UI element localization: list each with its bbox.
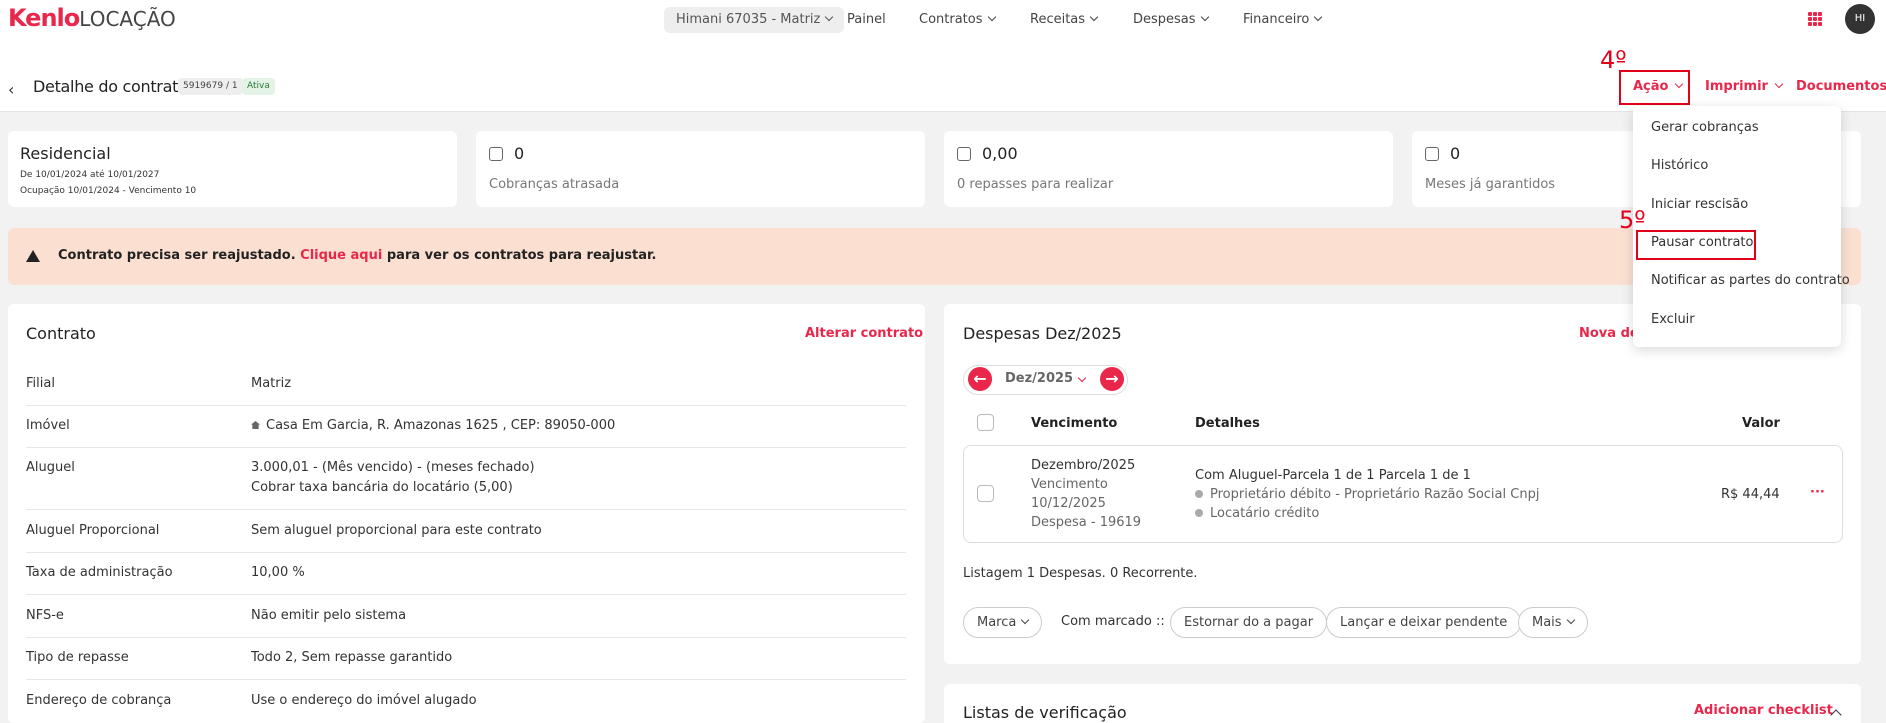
expenses-title: Despesas Dez/2025 — [963, 324, 1122, 343]
nav-financeiro[interactable]: Financeiro — [1243, 7, 1323, 33]
nav-painel[interactable]: Painel — [847, 7, 886, 33]
contract-row: Taxa de administração 10,00 % — [26, 565, 906, 595]
marca-button[interactable]: Marca — [963, 607, 1043, 638]
status-badge: Ativa — [242, 78, 275, 95]
branch-selector[interactable]: Himani 67035 - Matriz — [664, 7, 845, 33]
more-options-icon[interactable]: ··· — [1810, 483, 1825, 502]
overdue-label: Cobranças atrasada — [489, 177, 620, 192]
branch-label: Himani 67035 - Matriz — [676, 12, 821, 27]
nav-receitas[interactable]: Receitas — [1030, 7, 1099, 33]
action-menu: Gerar cobranças Histórico Iniciar rescis… — [1633, 106, 1850, 347]
chevron-down-icon — [987, 12, 996, 22]
month-label: Dez/2025 — [1005, 371, 1074, 386]
step4-annotation: 4º — [1600, 46, 1627, 74]
money-hand-icon — [957, 147, 971, 161]
readjust-alert: Contrato precisa ser reajustado. Clique … — [8, 228, 1861, 285]
step5-highlight — [1636, 230, 1756, 260]
contract-row: Filial Matriz — [26, 376, 906, 406]
header-vencimento: Vencimento — [1031, 416, 1118, 431]
documentos-link[interactable]: Documentos — [1796, 79, 1886, 94]
warning-icon — [26, 250, 40, 262]
transfers-value: 0,00 — [982, 144, 1018, 163]
contract-title: Contrato — [26, 324, 96, 343]
house-icon — [251, 421, 260, 429]
nav-despesas[interactable]: Despesas — [1133, 7, 1209, 33]
overdue-card: 0 Cobranças atrasada — [476, 131, 925, 207]
expense-details-cell: Com Aluguel-Parcela 1 de 1 Parcela 1 de … — [1195, 468, 1540, 521]
step4-highlight — [1619, 70, 1690, 105]
expenses-listing: Listagem 1 Despesas. 0 Recorrente. — [963, 566, 1198, 581]
page-title: Detalhe do contrato — [33, 77, 188, 96]
overdue-value: 0 — [514, 144, 525, 163]
edit-contract-link[interactable]: Alterar contrato — [805, 326, 923, 341]
kenlo-logo[interactable]: KenloLOCAÇÃO — [8, 4, 176, 32]
contract-type-card: Residencial De 10/01/2024 até 10/01/2027… — [8, 131, 457, 207]
chevron-down-icon — [1200, 12, 1209, 22]
select-all-checkbox[interactable] — [977, 414, 994, 431]
lancar-pendente-button[interactable]: Lançar e deixar pendente — [1326, 607, 1522, 638]
chevron-down-icon — [1089, 12, 1099, 22]
back-arrow-icon[interactable]: ‹ — [8, 80, 14, 99]
expense-due-cell: Dezembro/2025 Vencimento 10/12/2025 Desp… — [1031, 458, 1142, 530]
top-navbar: KenloLOCAÇÃO Himani 67035 - Matriz Paine… — [0, 0, 1886, 40]
expense-value: R$ 44,44 — [1721, 487, 1780, 502]
chevron-down-icon — [1566, 615, 1575, 625]
credit-dot-icon — [1195, 509, 1203, 517]
contract-row: Imóvel Casa Em Garcia, R. Amazonas 1625 ,… — [26, 418, 906, 448]
contract-row: Aluguel 3.000,01 - (Mês vencido) - (meses… — [26, 460, 906, 510]
guaranteed-value: 0 — [1450, 144, 1461, 163]
contract-occupancy: Ocupação 10/01/2024 - Vencimento 10 — [20, 186, 197, 196]
menu-historico[interactable]: Histórico — [1651, 158, 1708, 173]
contract-row: NFS-e Não emitir pelo sistema — [26, 608, 906, 638]
contract-period: De 10/01/2024 até 10/01/2027 — [20, 170, 160, 180]
chevron-down-icon — [1774, 79, 1784, 89]
menu-notificar-partes[interactable]: Notificar as partes do contrato — [1651, 273, 1850, 288]
chevron-down-icon — [1314, 12, 1323, 22]
header-valor: Valor — [1742, 416, 1780, 431]
contract-type: Residencial — [20, 144, 111, 163]
add-checklist-link[interactable]: Adicionar checklist — [1694, 703, 1833, 718]
chevron-down-icon — [825, 12, 834, 22]
contract-number-badge: 5919679 / 1 — [178, 78, 243, 95]
step5-annotation: 5º — [1619, 206, 1646, 234]
mais-button[interactable]: Mais — [1518, 607, 1588, 638]
chevron-down-icon — [1021, 615, 1030, 625]
contract-row: Aluguel Proporcional Sem aluguel proporci… — [26, 523, 906, 553]
checklists-title: Listas de verificação — [963, 703, 1127, 722]
menu-excluir[interactable]: Excluir — [1651, 312, 1695, 327]
transfers-label: 0 repasses para realizar — [957, 177, 1114, 192]
apps-grid-icon[interactable] — [1808, 12, 1822, 26]
debit-dot-icon — [1195, 490, 1203, 498]
menu-iniciar-rescisao[interactable]: Iniciar rescisão — [1651, 197, 1748, 212]
nav-contratos[interactable]: Contratos — [919, 7, 996, 33]
header-detalhes: Detalhes — [1195, 416, 1260, 431]
arrow-right-icon[interactable]: → — [1100, 367, 1124, 391]
row-checkbox[interactable] — [977, 485, 994, 502]
contract-row: Tipo de repasse Todo 2, Sem repasse garan… — [26, 650, 906, 680]
avatar[interactable]: HI — [1845, 4, 1875, 34]
menu-gerar-cobrancas[interactable]: Gerar cobranças — [1651, 120, 1759, 135]
contract-row: Endereço de cobrança Use o endereço do im… — [26, 693, 477, 708]
calendar-icon — [1425, 147, 1439, 161]
com-marcado-label: Com marcado :: — [1061, 614, 1165, 629]
calendar-clock-icon — [489, 147, 503, 161]
arrow-left-icon[interactable]: ← — [968, 367, 992, 391]
estornar-button[interactable]: Estornar do a pagar — [1170, 607, 1328, 638]
guaranteed-label: Meses já garantidos — [1425, 177, 1556, 192]
transfers-card: 0,00 0 repasses para realizar — [944, 131, 1393, 207]
imprimir-button[interactable]: Imprimir — [1705, 79, 1784, 94]
click-here-link[interactable]: Clique aqui — [300, 248, 382, 263]
